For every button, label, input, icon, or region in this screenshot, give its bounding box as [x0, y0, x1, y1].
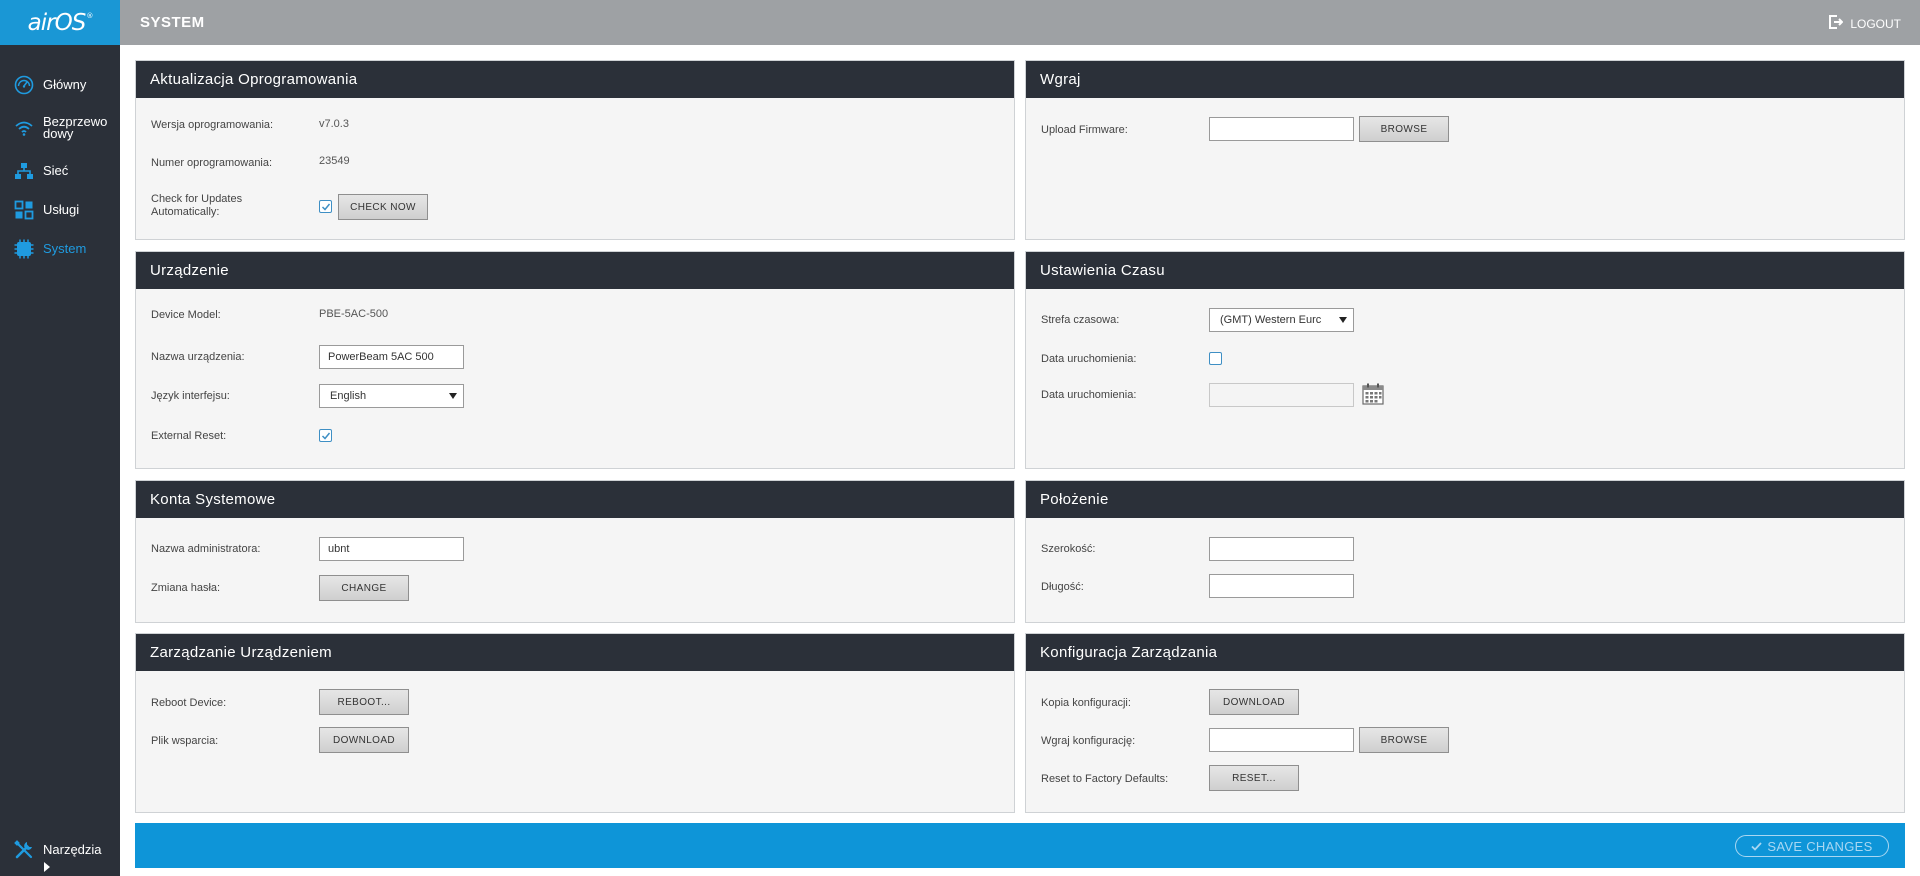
upload-firmware-field[interactable]: [1209, 117, 1354, 141]
reboot-label: Reboot Device:: [151, 697, 227, 709]
language-select[interactable]: English: [319, 384, 464, 408]
factory-reset-label: Reset to Factory Defaults:: [1041, 773, 1169, 785]
upload-config-label: Wgraj konfigurację:: [1041, 735, 1136, 747]
firmware-build-value: 23549: [319, 155, 350, 167]
upload-browse-button[interactable]: BROWSE: [1359, 116, 1449, 142]
device-model-value: PBE-5AC-500: [319, 308, 389, 320]
check-updates-label: Check for Updates Automatically:: [151, 193, 243, 218]
latitude-input[interactable]: [1209, 537, 1354, 561]
device-model-label: Device Model:: [151, 309, 221, 321]
nav-label-network: Sieć: [43, 163, 69, 178]
nav-item-services[interactable]: Usługi: [0, 200, 120, 220]
system-icon: [14, 239, 34, 259]
external-reset-checkbox[interactable]: [319, 429, 332, 442]
longitude-label: Długość:: [1041, 581, 1084, 593]
time-panel-title: Ustawienia Czasu: [1026, 252, 1904, 289]
config-management-panel: Konfiguracja Zarządzania Kopia konfigura…: [1025, 633, 1905, 813]
nav-item-system[interactable]: System: [0, 239, 120, 259]
upload-config-field[interactable]: [1209, 728, 1354, 752]
location-panel: Położenie Szerokość: Długość:: [1025, 480, 1905, 623]
nav-item-wireless[interactable]: Bezprzewo dowy: [0, 114, 120, 141]
nav-label-services: Usługi: [43, 202, 80, 217]
time-panel: Ustawienia Czasu Strefa czasowa: (GMT) W…: [1025, 251, 1905, 469]
nav-item-main[interactable]: Główny: [0, 75, 120, 95]
change-password-button[interactable]: CHANGE: [319, 575, 409, 601]
dashboard-icon: [14, 75, 34, 95]
check-updates-checkbox[interactable]: [319, 200, 332, 213]
checkmark-icon: [321, 203, 330, 211]
language-label: Język interfejsu:: [151, 390, 230, 402]
accounts-panel-title: Konta Systemowe: [136, 481, 1014, 518]
logo-text: airOS®: [27, 9, 94, 36]
network-icon: [14, 161, 34, 181]
support-file-label: Plik wsparcia:: [151, 735, 219, 747]
airos-logo[interactable]: airOS®: [0, 0, 120, 45]
checkmark-icon: [321, 432, 330, 440]
latitude-label: Szerokość:: [1041, 543, 1096, 555]
location-panel-title: Położenie: [1026, 481, 1904, 518]
device-management-panel: Zarządzanie Urządzeniem Reboot Device: R…: [135, 633, 1015, 813]
wifi-icon: [14, 118, 34, 138]
admin-name-input[interactable]: ubnt: [319, 537, 464, 561]
logout-icon: [1829, 15, 1844, 32]
logout-label: LOGOUT: [1850, 16, 1901, 31]
longitude-input[interactable]: [1209, 574, 1354, 598]
external-reset-label: External Reset:: [151, 430, 227, 442]
upload-config-browse-button[interactable]: BROWSE: [1359, 727, 1449, 753]
change-password-label: Zmiana hasła:: [151, 582, 221, 594]
nav-label-wireless: Bezprzewo dowy: [43, 114, 108, 141]
device-panel-title: Urządzenie: [136, 252, 1014, 289]
save-changes-button[interactable]: SAVE CHANGES: [1735, 835, 1889, 857]
config-management-panel-title: Konfiguracja Zarządzania: [1026, 634, 1904, 671]
logout-button[interactable]: LOGOUT: [1829, 15, 1901, 32]
nav-label-main: Główny: [43, 77, 87, 92]
admin-name-label: Nazwa administratora:: [151, 543, 261, 555]
save-changes-label: SAVE CHANGES: [1767, 838, 1873, 854]
language-select-value: English: [330, 390, 367, 402]
timezone-label: Strefa czasowa:: [1041, 314, 1120, 326]
firmware-version-label: Wersja oprogramowania:: [151, 119, 274, 131]
services-icon: [14, 200, 34, 220]
calendar-icon[interactable]: [1362, 383, 1384, 410]
nav-item-tools[interactable]: Narzędzia: [0, 840, 120, 860]
tools-icon: [14, 840, 34, 860]
save-bar: SAVE CHANGES: [135, 823, 1905, 868]
chevron-down-icon: [449, 393, 457, 399]
top-header: SYSTEM LOGOUT: [120, 0, 1920, 45]
nav-label-tools: Narzędzia: [43, 842, 102, 857]
nav-item-network[interactable]: Sieć: [0, 161, 120, 181]
backup-config-label: Kopia konfiguracji:: [1041, 697, 1131, 709]
upload-firmware-label: Upload Firmware:: [1041, 124, 1128, 136]
accounts-panel: Konta Systemowe Nazwa administratora: ub…: [135, 480, 1015, 623]
firmware-build-label: Numer oprogramowania:: [151, 157, 273, 169]
nav-label-system: System: [43, 241, 87, 256]
sidebar: airOS® Główny Bezprzewo dowy Sieć Usługi …: [0, 0, 120, 876]
startup-date-input[interactable]: [1209, 383, 1354, 407]
device-name-label: Nazwa urządzenia:: [151, 351, 245, 363]
timezone-select[interactable]: (GMT) Western Eurc: [1209, 308, 1354, 332]
firmware-version-value: v7.0.3: [319, 118, 349, 130]
support-download-button[interactable]: DOWNLOAD: [319, 727, 409, 753]
checkmark-icon: [1751, 841, 1763, 851]
backup-download-button[interactable]: DOWNLOAD: [1209, 689, 1299, 715]
device-management-panel-title: Zarządzanie Urządzeniem: [136, 634, 1014, 671]
tools-expand-arrow-icon[interactable]: [44, 862, 50, 872]
device-panel: Urządzenie Device Model: PBE-5AC-500 Naz…: [135, 251, 1015, 469]
check-now-button[interactable]: CHECK NOW: [338, 194, 428, 220]
upload-panel-title: Wgraj: [1026, 61, 1904, 98]
firmware-panel-title: Aktualizacja Oprogramowania: [136, 61, 1014, 98]
device-name-input[interactable]: PowerBeam 5AC 500: [319, 345, 464, 369]
factory-reset-button[interactable]: RESET...: [1209, 765, 1299, 791]
firmware-panel: Aktualizacja Oprogramowania Wersja oprog…: [135, 60, 1015, 240]
upload-panel: Wgraj Upload Firmware: BROWSE: [1025, 60, 1905, 240]
startup-date-label: Data uruchomienia:: [1041, 389, 1137, 401]
page-title: SYSTEM: [140, 14, 205, 31]
chevron-down-icon: [1339, 317, 1347, 323]
startup-date-checkbox[interactable]: [1209, 352, 1222, 365]
timezone-select-value: (GMT) Western Eurc: [1220, 314, 1322, 326]
startup-date-toggle-label: Data uruchomienia:: [1041, 353, 1137, 365]
reboot-button[interactable]: REBOOT...: [319, 689, 409, 715]
